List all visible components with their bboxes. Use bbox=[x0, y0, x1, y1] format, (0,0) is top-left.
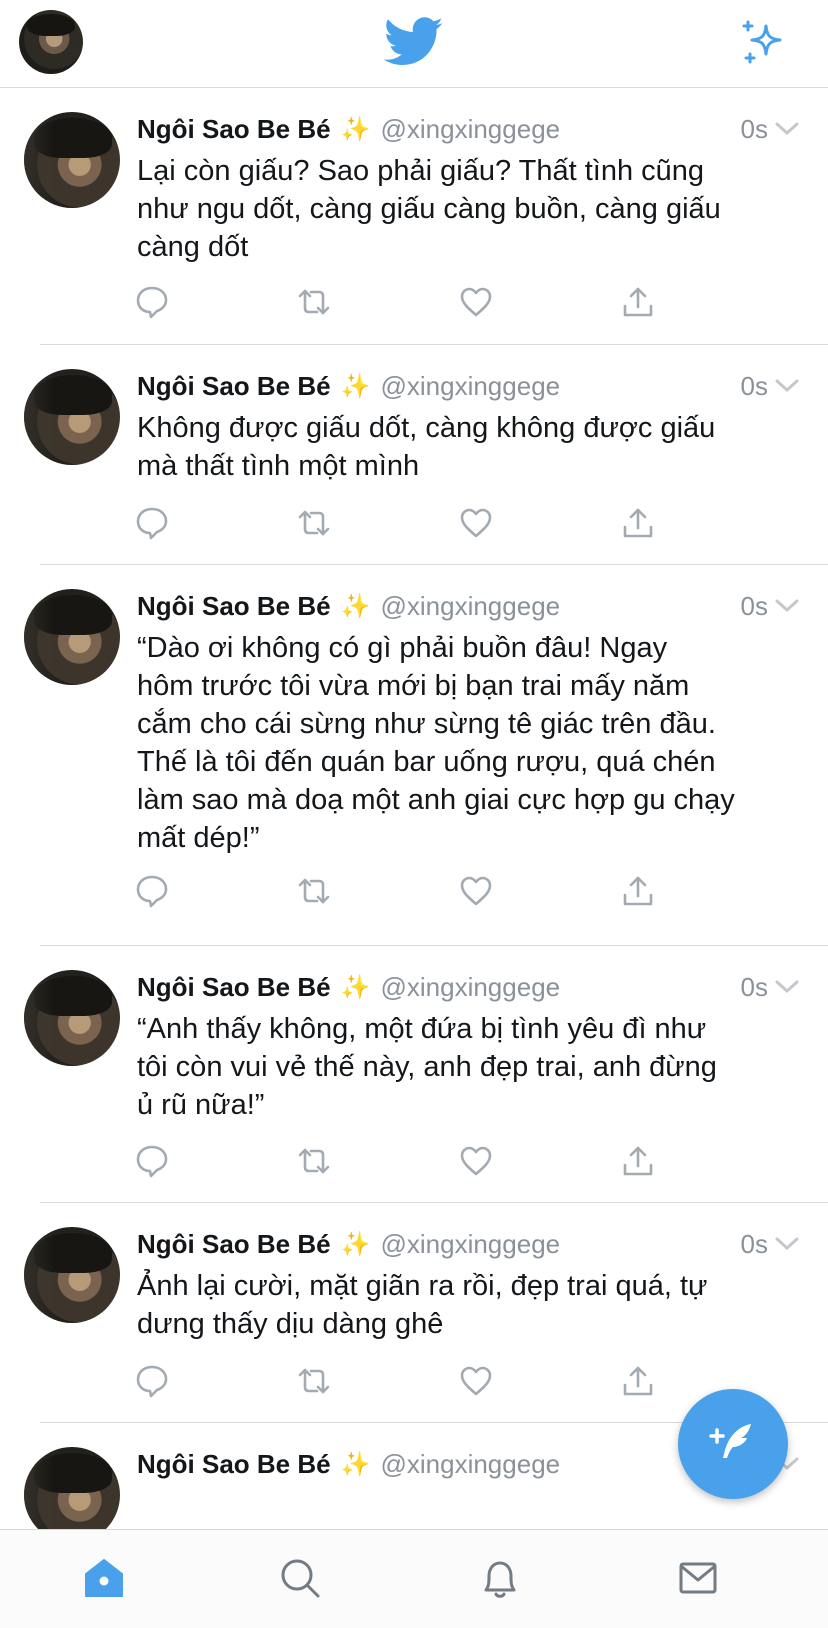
share-icon[interactable] bbox=[620, 1363, 656, 1399]
display-name[interactable]: Ngôi Sao Be Bé bbox=[137, 371, 331, 402]
display-name[interactable]: Ngôi Sao Be Bé bbox=[137, 591, 331, 622]
tweet-text: Lại còn giấu? Sao phải giấu? Thất tình c… bbox=[137, 155, 721, 263]
avatar[interactable] bbox=[24, 369, 120, 465]
chevron-down-icon[interactable] bbox=[774, 1235, 800, 1253]
tweet-header: Ngôi Sao Be Bé ✨ @xingxinggege bbox=[137, 112, 560, 146]
top-header bbox=[0, 0, 828, 88]
display-name[interactable]: Ngôi Sao Be Bé bbox=[137, 114, 331, 145]
username[interactable]: @xingxinggege bbox=[380, 972, 560, 1003]
tweet[interactable]: Ngôi Sao Be Bé ✨ @xingxinggege 0s Ảnh lạ… bbox=[0, 1203, 828, 1423]
tweet-header: Ngôi Sao Be Bé ✨ @xingxinggege bbox=[137, 1227, 560, 1261]
messages-icon[interactable] bbox=[674, 1554, 722, 1602]
tweet-actions bbox=[0, 284, 828, 324]
share-icon[interactable] bbox=[620, 505, 656, 541]
timeline-feed: Ngôi Sao Be Bé ✨ @xingxinggege 0s Lại cò… bbox=[0, 88, 828, 1543]
like-icon[interactable] bbox=[458, 284, 494, 320]
tweet-text: Không được giấu dốt, càng không được giấ… bbox=[137, 412, 716, 482]
reply-icon[interactable] bbox=[134, 873, 170, 909]
tweet-header: Ngôi Sao Be Bé ✨ @xingxinggege bbox=[137, 970, 560, 1004]
compose-tweet-icon bbox=[709, 1424, 751, 1458]
twitter-bird-icon[interactable] bbox=[384, 16, 444, 68]
retweet-icon[interactable] bbox=[296, 505, 332, 541]
share-icon[interactable] bbox=[620, 1143, 656, 1179]
tweet-text: “Anh thấy không, một đứa bị tình yêu đì … bbox=[137, 1013, 717, 1121]
tweet[interactable]: Ngôi Sao Be Bé ✨ @xingxinggege 0s “Anh t… bbox=[0, 946, 828, 1203]
tweet[interactable]: Ngôi Sao Be Bé ✨ @xingxinggege 0s “Dào ơ… bbox=[0, 565, 828, 946]
like-icon[interactable] bbox=[458, 1143, 494, 1179]
reply-icon[interactable] bbox=[134, 1363, 170, 1399]
compose-tweet-button[interactable] bbox=[678, 1389, 788, 1499]
reply-icon[interactable] bbox=[134, 1143, 170, 1179]
avatar[interactable] bbox=[24, 589, 120, 685]
avatar[interactable] bbox=[24, 112, 120, 208]
timestamp: 0s bbox=[740, 371, 768, 401]
tweet-header: Ngôi Sao Be Bé ✨ @xingxinggege bbox=[137, 589, 560, 623]
tweet-text: Ảnh lại cười, mặt giãn ra rồi, đẹp trai … bbox=[137, 1270, 708, 1340]
timestamp: 0s bbox=[740, 1229, 768, 1259]
reply-icon[interactable] bbox=[134, 505, 170, 541]
chevron-down-icon[interactable] bbox=[774, 978, 800, 996]
sparkle-emoji: ✨ bbox=[340, 1450, 371, 1478]
tweet-actions bbox=[0, 1143, 828, 1183]
username[interactable]: @xingxinggege bbox=[380, 591, 560, 622]
sparkle-emoji: ✨ bbox=[340, 1230, 371, 1258]
share-icon[interactable] bbox=[620, 284, 656, 320]
sparkle-emoji: ✨ bbox=[340, 115, 371, 143]
username[interactable]: @xingxinggege bbox=[380, 371, 560, 402]
retweet-icon[interactable] bbox=[296, 873, 332, 909]
tweet[interactable]: Ngôi Sao Be Bé ✨ @xingxinggege 0s Lại cò… bbox=[0, 88, 828, 345]
tweet-actions bbox=[0, 873, 828, 913]
username[interactable]: @xingxinggege bbox=[380, 114, 560, 145]
retweet-icon[interactable] bbox=[296, 284, 332, 320]
tweet[interactable]: Ngôi Sao Be Bé ✨ @xingxinggege 0s Không … bbox=[0, 345, 828, 565]
chevron-down-icon[interactable] bbox=[774, 597, 800, 615]
sparkle-emoji: ✨ bbox=[340, 592, 371, 620]
sparkle-icon[interactable] bbox=[740, 18, 788, 66]
tweet-text: “Dào ơi không có gì phải buồn đâu! Ngay … bbox=[137, 632, 735, 854]
retweet-icon[interactable] bbox=[296, 1363, 332, 1399]
timestamp: 0s bbox=[740, 972, 768, 1002]
tweet-actions bbox=[0, 505, 828, 545]
avatar[interactable] bbox=[24, 970, 120, 1066]
avatar[interactable] bbox=[24, 1227, 120, 1323]
display-name[interactable]: Ngôi Sao Be Bé bbox=[137, 972, 331, 1003]
tweet-header: Ngôi Sao Be Bé ✨ @xingxinggege bbox=[137, 369, 560, 403]
sparkle-emoji: ✨ bbox=[340, 973, 371, 1001]
share-icon[interactable] bbox=[620, 873, 656, 909]
notifications-icon[interactable] bbox=[476, 1554, 524, 1602]
like-icon[interactable] bbox=[458, 505, 494, 541]
retweet-icon[interactable] bbox=[296, 1143, 332, 1179]
chevron-down-icon[interactable] bbox=[774, 377, 800, 395]
timestamp: 0s bbox=[740, 114, 768, 144]
timestamp: 0s bbox=[740, 591, 768, 621]
home-icon[interactable] bbox=[80, 1554, 128, 1602]
reply-icon[interactable] bbox=[134, 284, 170, 320]
display-name[interactable]: Ngôi Sao Be Bé bbox=[137, 1449, 331, 1480]
username[interactable]: @xingxinggege bbox=[380, 1229, 560, 1260]
like-icon[interactable] bbox=[458, 1363, 494, 1399]
sparkle-emoji: ✨ bbox=[340, 372, 371, 400]
bottom-tab-bar bbox=[0, 1529, 828, 1628]
like-icon[interactable] bbox=[458, 873, 494, 909]
tweet-header: Ngôi Sao Be Bé ✨ @xingxinggege bbox=[137, 1447, 560, 1481]
chevron-down-icon[interactable] bbox=[774, 120, 800, 138]
profile-avatar[interactable] bbox=[19, 10, 83, 74]
search-icon[interactable] bbox=[276, 1554, 324, 1602]
username[interactable]: @xingxinggege bbox=[380, 1449, 560, 1480]
display-name[interactable]: Ngôi Sao Be Bé bbox=[137, 1229, 331, 1260]
